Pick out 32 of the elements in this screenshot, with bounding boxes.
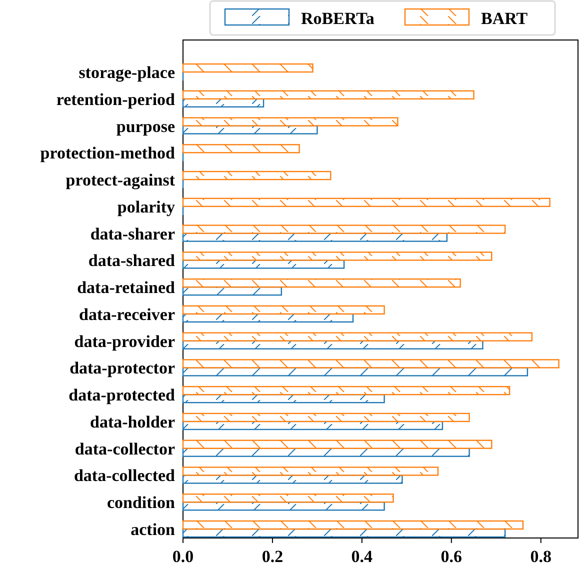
category-label: protect-against — [66, 170, 175, 190]
category-label: action — [130, 520, 175, 539]
tick-mark — [450, 538, 452, 544]
tick-label: 0.6 — [440, 547, 462, 566]
legend-patch — [404, 8, 470, 26]
category-label: condition — [106, 493, 175, 512]
tick-label: 0.0 — [172, 547, 194, 566]
legend-label: RoBERTa — [301, 9, 374, 28]
category-label: data-provider — [74, 332, 175, 351]
category-label: data-receiver — [79, 304, 175, 324]
category-label: retention-period — [56, 90, 175, 109]
category-label: data-collector — [74, 439, 175, 458]
category-label: data-protector — [70, 358, 175, 378]
category-label: protection-method — [40, 144, 175, 163]
tick-label: 0.2 — [262, 547, 284, 566]
category-label: data-shared — [88, 251, 175, 270]
category-label: data-holder — [90, 412, 175, 432]
category-label: storage-place — [78, 63, 175, 82]
category-label: data-retained — [77, 278, 175, 298]
category-label: purpose — [116, 116, 175, 136]
category-label: data-sharer — [90, 224, 175, 244]
category-label: data-protected — [68, 386, 175, 405]
tick-mark — [540, 538, 542, 544]
tick-mark — [182, 538, 184, 544]
legend-patch — [224, 8, 290, 26]
tick-label: 0.4 — [351, 547, 373, 566]
category-label: polarity — [117, 197, 175, 216]
tick-mark — [361, 538, 362, 544]
category-label: data-collected — [74, 466, 175, 486]
tick-label: 0.8 — [530, 547, 552, 566]
tick-mark — [272, 538, 273, 544]
legend-label: BART — [481, 9, 528, 28]
